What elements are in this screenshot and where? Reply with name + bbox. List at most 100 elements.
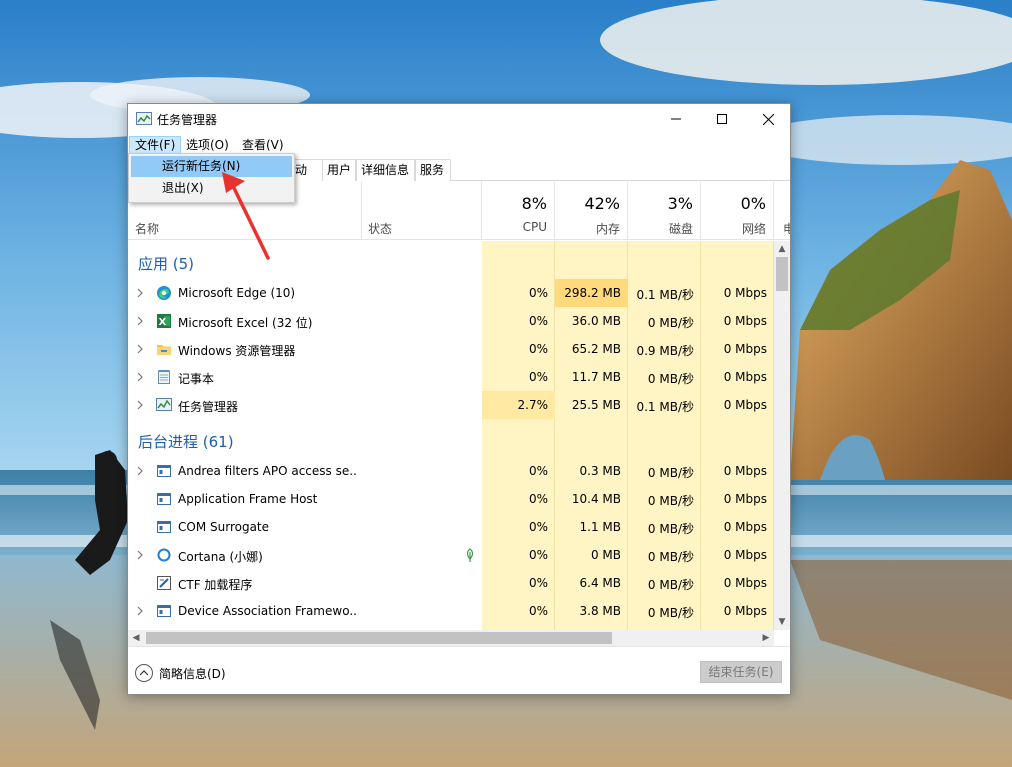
folder-icon <box>156 341 172 357</box>
process-row[interactable]: Cortana (小娜) 0% 0 MB 0 MB/秒 0 Mbps <box>128 541 774 569</box>
process-row[interactable]: 任务管理器 2.7% 25.5 MB 0.1 MB/秒 0 Mbps <box>128 391 774 419</box>
header-cpu-percent: 8% <box>521 194 547 213</box>
memory-value: 10.4 MB <box>571 492 621 506</box>
chevron-right-icon[interactable] <box>136 287 144 299</box>
group-header-apps[interactable]: 应用 (5) <box>138 253 194 274</box>
header-network-label: 网络 <box>741 222 766 236</box>
process-name: COM Surrogate <box>178 520 270 534</box>
process-row[interactable]: Device Association Framewo... 0% 3.8 MB 0 M… <box>128 597 774 625</box>
window-title: 任务管理器 <box>157 113 218 127</box>
chevron-right-icon[interactable] <box>136 343 144 355</box>
network-value: 0 Mbps <box>723 548 767 562</box>
task-manager-icon <box>156 397 172 413</box>
header-disk[interactable]: 3% 磁盘 <box>628 182 701 240</box>
edge-icon <box>156 285 172 301</box>
cortana-icon <box>156 547 172 563</box>
cpu-value: 0% <box>528 604 548 618</box>
close-button[interactable] <box>745 104 791 134</box>
footer: 简略信息(D) 结束任务(E) <box>128 646 790 694</box>
process-name: Cortana (小娜) <box>178 550 263 564</box>
disk-value: 0 MB/秒 <box>647 578 694 592</box>
maximize-icon <box>717 114 727 124</box>
suspended-leaf-icon <box>465 548 475 562</box>
process-name: Microsoft Edge (10) <box>178 286 296 300</box>
header-cpu[interactable]: 8% CPU <box>482 182 555 240</box>
process-row[interactable]: Andrea filters APO access se... 0% 0.3 MB 0… <box>128 457 774 485</box>
memory-value: 0 MB <box>590 548 621 562</box>
menu-options[interactable]: 选项(O) <box>181 136 234 154</box>
minimize-button[interactable] <box>653 104 699 134</box>
fewer-details-button[interactable]: 简略信息(D) <box>135 663 226 683</box>
excel-icon: X <box>156 313 172 329</box>
header-network[interactable]: 0% 网络 <box>701 182 774 240</box>
chevron-right-icon[interactable] <box>136 399 144 411</box>
notepad-icon <box>156 369 172 385</box>
chevron-right-icon[interactable] <box>136 549 144 561</box>
process-list: 应用 (5) Microsoft Edge (10) 0% 298.2 MB 0.1 … <box>128 241 774 630</box>
menu-file[interactable]: 文件(F) <box>129 136 182 154</box>
menu-view[interactable]: 查看(V) <box>237 136 289 154</box>
chevron-right-icon[interactable] <box>136 465 144 477</box>
header-status-label: 状态 <box>368 222 393 236</box>
process-row[interactable]: Application Frame Host 0% 10.4 MB 0 MB/秒 0 M… <box>128 485 774 513</box>
network-value: 0 Mbps <box>723 314 767 328</box>
network-value: 0 Mbps <box>723 520 767 534</box>
exit-menu-item[interactable]: 退出(X) <box>131 178 292 199</box>
cpu-value: 0% <box>528 492 548 506</box>
disk-value: 0 MB/秒 <box>647 494 694 508</box>
disk-value: 0.1 MB/秒 <box>636 400 694 414</box>
memory-value: 36.0 MB <box>571 314 621 328</box>
header-status[interactable]: 状态 <box>362 182 482 240</box>
network-value: 0 Mbps <box>723 576 767 590</box>
process-row[interactable]: Windows 资源管理器 0% 65.2 MB 0.9 MB/秒 0 Mbps <box>128 335 774 363</box>
run-new-task-menu-item[interactable]: 运行新任务(N) <box>131 156 292 177</box>
scroll-left-icon[interactable]: ◀ <box>128 630 144 646</box>
chevron-right-icon[interactable] <box>136 605 144 617</box>
cpu-value: 0% <box>528 548 548 562</box>
chevron-right-icon[interactable] <box>136 315 144 327</box>
disk-value: 0.1 MB/秒 <box>636 288 694 302</box>
process-name: 记事本 <box>178 372 215 386</box>
tab-services[interactable]: 服务 <box>415 159 451 181</box>
process-name: 任务管理器 <box>178 400 239 414</box>
vertical-scroll-thumb[interactable] <box>776 257 788 291</box>
tab-details[interactable]: 详细信息 <box>356 159 415 181</box>
cpu-value: 0% <box>528 286 548 300</box>
cpu-value: 0% <box>528 342 548 356</box>
header-memory[interactable]: 42% 内存 <box>555 182 628 240</box>
minimize-icon <box>671 118 681 120</box>
horizontal-scrollbar[interactable]: ◀ ▶ <box>128 630 774 646</box>
process-row[interactable]: X Microsoft Excel (32 位) 0% 36.0 MB 0 MB/秒 0 … <box>128 307 774 335</box>
service-icon <box>156 491 172 507</box>
header-power-label[interactable]: 电 <box>783 220 790 237</box>
end-task-button[interactable]: 结束任务(E) <box>700 661 782 683</box>
network-value: 0 Mbps <box>723 492 767 506</box>
process-row[interactable]: CTF 加载程序 0% 6.4 MB 0 MB/秒 0 Mbps <box>128 569 774 597</box>
scroll-up-icon[interactable]: ▲ <box>774 241 790 257</box>
task-manager-icon <box>136 112 152 126</box>
chevron-right-icon[interactable] <box>136 371 144 383</box>
process-row[interactable]: Microsoft Edge (10) 0% 298.2 MB 0.1 MB/秒 0 M… <box>128 279 774 307</box>
title-bar[interactable]: 任务管理器 <box>128 104 790 134</box>
disk-value: 0 MB/秒 <box>647 316 694 330</box>
process-row[interactable]: 记事本 0% 11.7 MB 0 MB/秒 0 Mbps <box>128 363 774 391</box>
process-name: Application Frame Host <box>178 492 318 506</box>
network-value: 0 Mbps <box>723 398 767 412</box>
process-name: Andrea filters APO access se... <box>178 464 358 478</box>
memory-value: 0.3 MB <box>579 464 621 478</box>
tab-users[interactable]: 用户 <box>322 159 356 181</box>
process-row[interactable]: COM Surrogate 0% 1.1 MB 0 MB/秒 0 Mbps <box>128 513 774 541</box>
chevron-up-icon <box>135 664 153 682</box>
scroll-down-icon[interactable]: ▼ <box>774 614 790 630</box>
disk-value: 0 MB/秒 <box>647 522 694 536</box>
process-name: Device Association Framewo... <box>178 604 358 618</box>
maximize-button[interactable] <box>699 104 745 134</box>
service-icon <box>156 603 172 619</box>
scroll-right-icon[interactable]: ▶ <box>758 630 774 646</box>
horizontal-scroll-thumb[interactable] <box>146 632 612 644</box>
group-header-background[interactable]: 后台进程 (61) <box>138 431 234 452</box>
network-value: 0 Mbps <box>723 604 767 618</box>
memory-value: 25.5 MB <box>571 398 621 412</box>
disk-value: 0 MB/秒 <box>647 372 694 386</box>
vertical-scrollbar[interactable]: ▲ ▼ <box>774 241 790 630</box>
